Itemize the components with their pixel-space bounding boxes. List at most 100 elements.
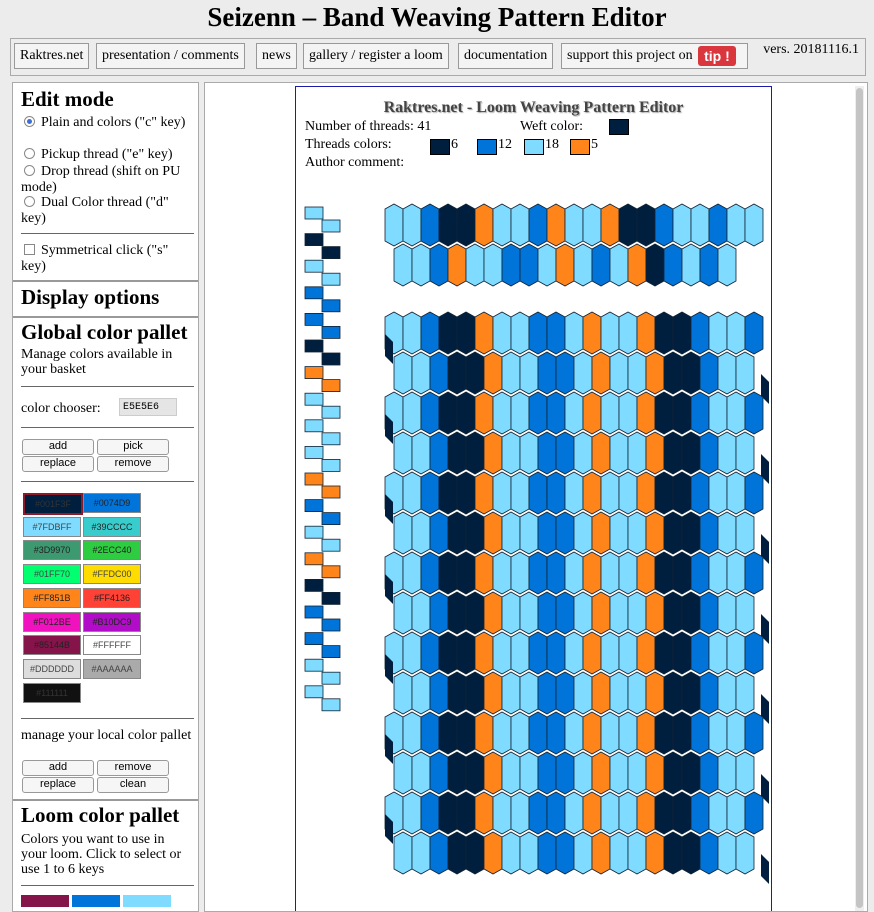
weave-cell[interactable] — [411, 591, 431, 635]
weave-cell[interactable] — [591, 751, 611, 795]
weave-cell[interactable] — [672, 391, 692, 435]
global-remove-button[interactable]: remove — [97, 456, 169, 472]
heddle-cell[interactable] — [321, 671, 341, 685]
weave-cell[interactable] — [735, 591, 755, 635]
weave-cell[interactable] — [456, 631, 476, 675]
weave-cell[interactable] — [600, 311, 620, 355]
heddle-cell[interactable] — [304, 312, 324, 326]
weave-cell[interactable] — [582, 631, 602, 675]
weave-cell[interactable] — [420, 791, 440, 835]
weave-cell[interactable] — [618, 631, 638, 675]
weave-cell[interactable] — [393, 351, 413, 395]
warp-thread-top[interactable] — [744, 203, 764, 247]
heddle-cell[interactable] — [321, 299, 341, 313]
weave-cell[interactable] — [429, 751, 449, 795]
heddle-cell[interactable] — [304, 206, 324, 220]
weave-cell[interactable] — [600, 471, 620, 515]
weave-cell[interactable] — [654, 311, 674, 355]
weave-cell[interactable] — [735, 751, 755, 795]
warp-thread-top[interactable] — [636, 203, 656, 247]
weave-cell[interactable] — [663, 831, 683, 875]
weave-cell[interactable] — [564, 471, 584, 515]
warp-thread-top[interactable] — [591, 243, 611, 287]
weave-cell[interactable] — [573, 831, 593, 875]
weave-cell[interactable] — [546, 311, 566, 355]
weave-cell[interactable] — [501, 831, 521, 875]
weave-cell[interactable] — [447, 831, 467, 875]
weave-cell[interactable] — [663, 591, 683, 635]
weave-cell[interactable] — [483, 511, 503, 555]
weave-cell[interactable] — [564, 311, 584, 355]
weave-cell[interactable] — [600, 551, 620, 595]
weave-cell[interactable] — [474, 711, 494, 755]
weave-cell[interactable] — [681, 431, 701, 475]
weave-cell[interactable] — [573, 751, 593, 795]
weave-cell[interactable] — [483, 831, 503, 875]
weave-cell[interactable] — [735, 671, 755, 715]
warp-thread-top[interactable] — [690, 203, 710, 247]
weave-cell[interactable] — [456, 551, 476, 595]
weave-cell[interactable] — [402, 631, 422, 675]
weave-cell[interactable] — [645, 431, 665, 475]
weave-cell[interactable] — [456, 311, 476, 355]
symmetric-checkbox[interactable]: Symmetrical click ("s" key) — [21, 243, 193, 275]
weave-cell[interactable] — [645, 831, 665, 875]
warp-thread-top[interactable] — [600, 203, 620, 247]
weave-cell[interactable] — [717, 751, 737, 795]
warp-thread-top[interactable] — [438, 203, 458, 247]
global-swatch[interactable]: #AAAAAA — [83, 658, 141, 679]
weave-cell[interactable] — [438, 711, 458, 755]
weave-cell[interactable] — [735, 831, 755, 875]
weave-cell[interactable] — [465, 431, 485, 475]
weave-cell[interactable] — [447, 671, 467, 715]
weave-cell[interactable] — [501, 351, 521, 395]
warp-thread-top[interactable] — [420, 203, 440, 247]
weave-cell[interactable] — [699, 351, 719, 395]
warp-thread-top[interactable] — [699, 243, 719, 287]
mode-plain-radio[interactable]: Plain and colors ("c" key) — [21, 115, 193, 131]
warp-thread-top[interactable] — [672, 203, 692, 247]
weave-cell[interactable] — [726, 311, 746, 355]
weave-cell[interactable] — [402, 551, 422, 595]
heddle-cell[interactable] — [304, 499, 324, 513]
weave-cell[interactable] — [699, 591, 719, 635]
warp-thread-top[interactable] — [510, 203, 530, 247]
global-swatch[interactable]: #FF4136 — [83, 587, 141, 608]
weave-cell[interactable] — [420, 471, 440, 515]
warp-thread-top[interactable] — [582, 203, 602, 247]
weave-cell[interactable] — [600, 711, 620, 755]
weave-cell[interactable] — [546, 551, 566, 595]
weave-cell[interactable] — [681, 831, 701, 875]
weave-cell[interactable] — [411, 511, 431, 555]
weave-cell[interactable] — [627, 431, 647, 475]
warp-thread-top[interactable] — [573, 243, 593, 287]
warp-thread-top[interactable] — [717, 243, 737, 287]
weave-cell[interactable] — [537, 831, 557, 875]
global-add-button[interactable]: add — [22, 439, 94, 455]
weave-canvas[interactable] — [296, 87, 771, 912]
weave-cell[interactable] — [447, 431, 467, 475]
weave-cell[interactable] — [672, 711, 692, 755]
weave-cell[interactable] — [519, 351, 539, 395]
warp-thread-top[interactable] — [501, 243, 521, 287]
weave-cell[interactable] — [393, 751, 413, 795]
weave-cell[interactable] — [528, 711, 548, 755]
weave-cell[interactable] — [582, 711, 602, 755]
warp-thread-top[interactable] — [726, 203, 746, 247]
weave-cell[interactable] — [654, 711, 674, 755]
heddle-cell[interactable] — [321, 272, 341, 286]
weave-cell[interactable] — [447, 511, 467, 555]
weave-cell[interactable] — [690, 391, 710, 435]
heddle-cell[interactable] — [321, 432, 341, 446]
weave-cell[interactable] — [609, 351, 629, 395]
mode-drop-radio[interactable]: Drop thread (shift on PU mode) — [21, 164, 193, 196]
weave-cell[interactable] — [492, 471, 512, 515]
heddle-cell[interactable] — [321, 618, 341, 632]
weave-cell[interactable] — [411, 751, 431, 795]
weave-cell[interactable] — [411, 831, 431, 875]
weave-cell[interactable] — [465, 511, 485, 555]
warp-thread-top[interactable] — [645, 243, 665, 287]
weave-cell[interactable] — [663, 351, 683, 395]
weave-cell[interactable] — [528, 631, 548, 675]
global-swatch[interactable]: #2ECC40 — [83, 540, 141, 561]
